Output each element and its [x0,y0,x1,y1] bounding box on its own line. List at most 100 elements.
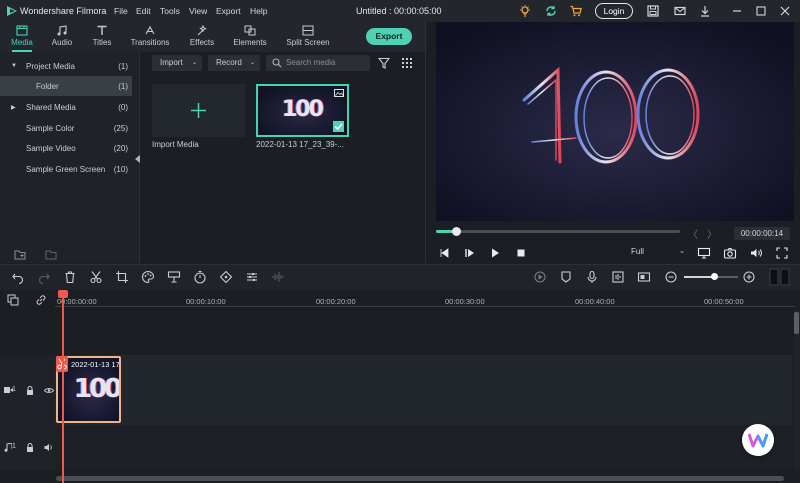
menu-view[interactable]: View [189,6,207,16]
undo-icon[interactable] [11,270,25,284]
speaker-icon[interactable] [44,443,53,452]
library-item-shared-media[interactable]: ▶ Shared Media (0) [0,97,132,117]
title-bar: Wondershare Filmora File Edit Tools View… [0,0,800,22]
delete-icon[interactable] [63,270,77,284]
cut-icon[interactable] [89,270,103,284]
keyframe-icon[interactable] [219,270,233,284]
stop-icon[interactable] [514,246,528,260]
library-item-sample-color[interactable]: Sample Color (25) [0,118,132,138]
timeline-layout-icon[interactable] [769,268,791,286]
grid-view-icon[interactable] [401,57,413,69]
lock-icon[interactable] [26,386,34,395]
zoom-in-icon[interactable] [742,270,756,284]
import-media-tile[interactable] [152,84,245,137]
menu-export[interactable]: Export [216,6,241,16]
export-button[interactable]: Export [366,28,412,45]
transitions-icon [126,24,174,36]
ruler-label: 00:00:30:00 [445,297,485,306]
ruler-label: 00:00:40:00 [575,297,615,306]
split-screen-icon [282,24,334,36]
voiceover-icon[interactable] [611,270,625,284]
preview-screen [436,22,794,221]
caret-right-icon: ▶ [11,105,16,111]
mark-in-icon[interactable]: 〈 [688,226,698,241]
playhead-handle[interactable] [58,290,68,298]
new-folder-icon[interactable] [14,249,26,260]
media-clip-thumbnail[interactable]: 100 [256,84,349,137]
mail-icon[interactable] [673,4,687,18]
menu-tools[interactable]: Tools [160,6,180,16]
library-item-project-media[interactable]: ▼ Project Media (1) [0,56,132,76]
tab-media[interactable]: Media [4,24,40,52]
speech-icon[interactable] [167,270,181,284]
menu-edit[interactable]: Edit [136,6,151,16]
record-dropdown[interactable]: Record ⌄ [208,55,260,71]
wondershare-logo-icon [748,432,768,448]
speed-timer-icon[interactable] [193,270,207,284]
filmora-logo-icon [6,5,18,17]
sync-icon[interactable] [544,4,558,18]
microphone-icon[interactable] [585,270,599,284]
menu-help[interactable]: Help [250,6,267,16]
display-icon[interactable] [697,246,711,260]
clip-thumbnail-text: 100 [74,374,120,404]
login-button[interactable]: Login [595,3,633,19]
step-back-icon[interactable] [437,246,451,260]
tab-titles[interactable]: Titles [84,24,120,50]
tab-elements[interactable]: Elements [230,24,270,50]
assistant-button[interactable] [742,424,774,456]
zoom-slider-knob[interactable] [710,273,718,280]
preview-progress-knob[interactable] [451,227,461,236]
maximize-icon[interactable] [754,4,768,18]
search-input[interactable]: Search media [266,55,370,71]
plus-icon [190,102,207,119]
audio-track[interactable] [55,425,792,470]
search-icon [272,58,282,68]
minimize-icon[interactable] [730,4,744,18]
vertical-scrollbar-track [794,310,800,470]
import-dropdown[interactable]: Import ⌄ [152,55,202,71]
video-track[interactable] [55,355,792,425]
pip-icon[interactable] [637,270,651,284]
eye-icon[interactable] [44,387,54,394]
tab-effects[interactable]: Effects [184,24,220,50]
tab-audio[interactable]: Audio [44,24,80,50]
playhead[interactable] [62,290,64,483]
mark-out-icon[interactable]: 〉 [707,226,717,241]
save-icon[interactable] [646,4,660,18]
chevron-down-icon: ⌄ [679,248,685,255]
bulb-icon[interactable] [518,4,532,18]
library-item-sample-video[interactable]: Sample Video (20) [0,138,132,158]
add-track-icon[interactable] [7,294,19,306]
cart-icon[interactable] [569,4,583,18]
tab-transitions[interactable]: Transitions [126,24,174,50]
zoom-out-icon[interactable] [664,270,678,284]
folder-icon[interactable] [45,249,57,260]
library-item-sample-green-screen[interactable]: Sample Green Screen (10) [0,159,132,179]
redo-icon[interactable] [37,270,51,284]
color-palette-icon[interactable] [141,270,155,284]
audio-wave-icon[interactable] [271,270,285,284]
timeline-clip-label: 2022-01-13 17 [71,360,120,369]
render-icon[interactable] [533,270,547,284]
preview-progress-track[interactable] [436,230,680,233]
adjust-icon[interactable] [245,270,259,284]
volume-icon[interactable] [749,246,763,260]
play-icon[interactable] [488,246,502,260]
link-icon[interactable] [35,294,47,306]
vertical-scrollbar[interactable] [794,312,799,334]
lock-icon[interactable] [26,443,34,452]
horizontal-scrollbar[interactable] [56,476,784,481]
crop-icon[interactable] [115,270,129,284]
snapshot-icon[interactable] [723,246,737,260]
quality-dropdown[interactable]: Full ⌄ [631,247,685,259]
fullscreen-icon[interactable] [775,246,789,260]
tab-split-screen[interactable]: Split Screen [282,24,334,50]
library-item-folder[interactable]: Folder (1) [0,76,132,96]
play-frame-icon[interactable] [463,246,477,260]
marker-icon[interactable] [559,270,573,284]
menu-file[interactable]: File [114,6,128,16]
close-icon[interactable] [778,4,792,18]
filter-icon[interactable] [378,57,390,69]
download-icon[interactable] [698,4,712,18]
